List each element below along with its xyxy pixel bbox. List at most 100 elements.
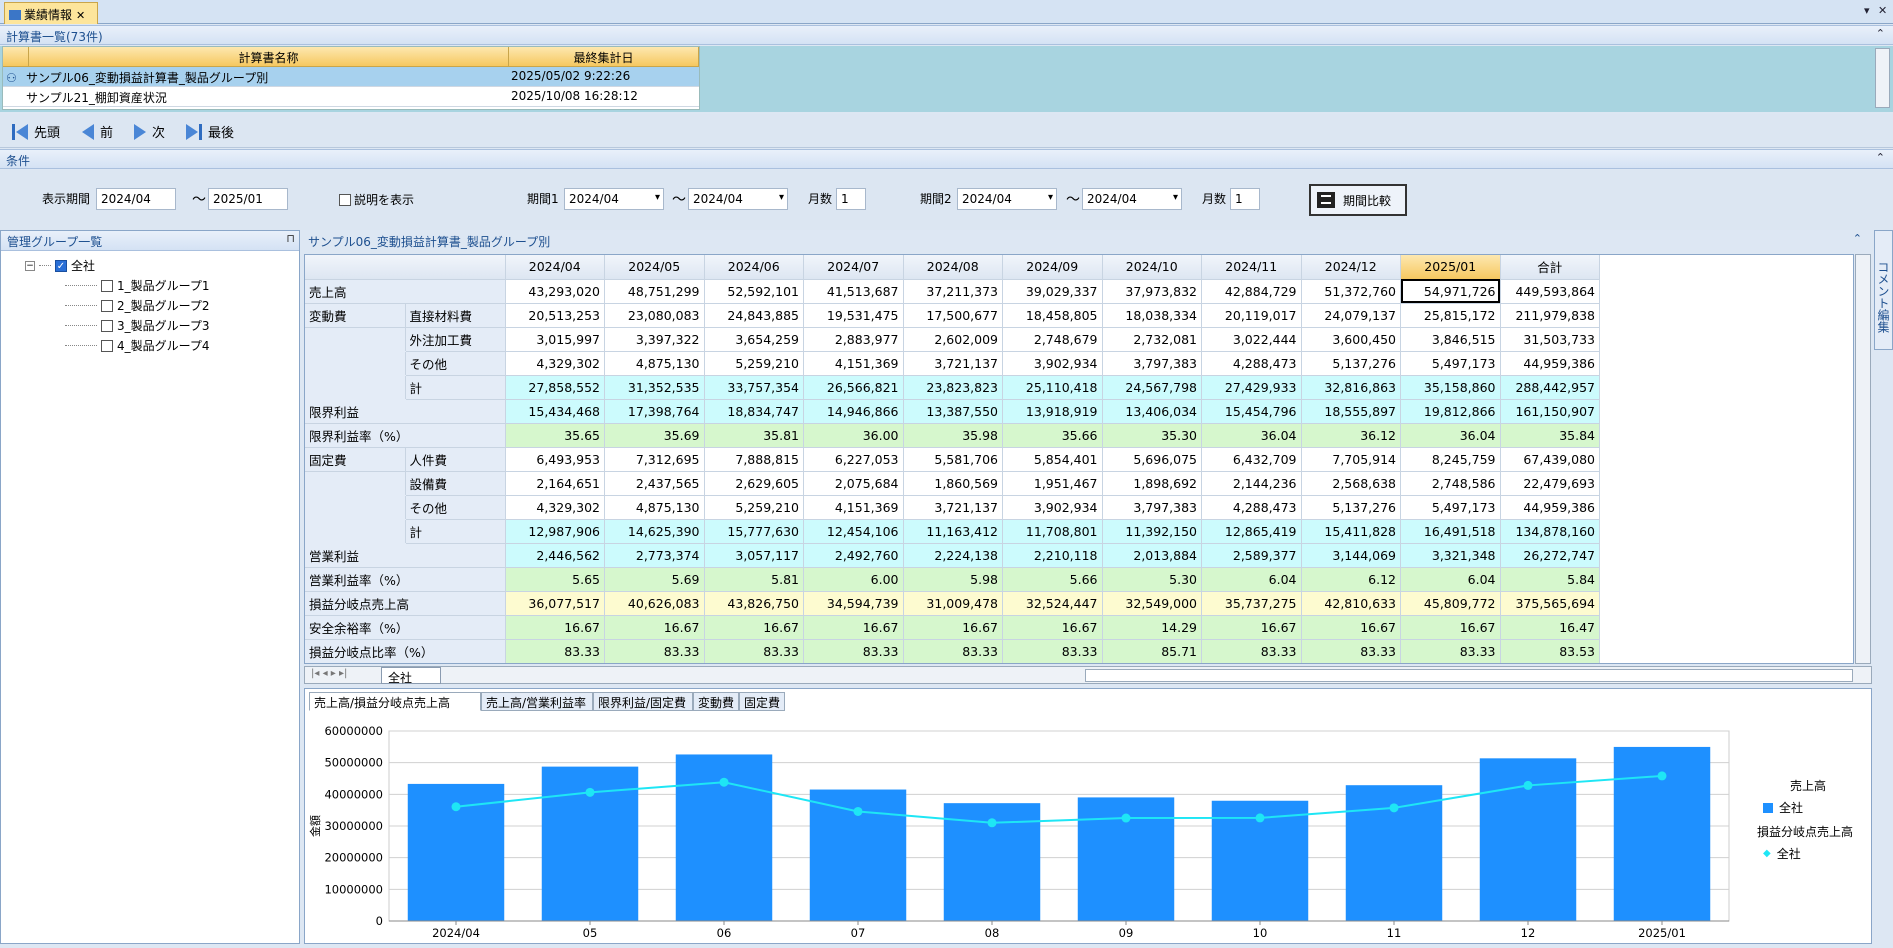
- collapse-icon[interactable]: −: [25, 260, 35, 271]
- collapse-icon[interactable]: ⌃: [1853, 232, 1862, 245]
- table-cell[interactable]: 13,406,034: [1102, 399, 1202, 424]
- table-cell[interactable]: 31,503,733: [1500, 327, 1600, 352]
- table-cell[interactable]: 7,312,695: [604, 447, 705, 472]
- table-cell[interactable]: 1,860,569: [903, 471, 1003, 496]
- table-cell[interactable]: 13,387,550: [903, 399, 1003, 424]
- table-cell[interactable]: 8,245,759: [1400, 447, 1501, 472]
- table-cell[interactable]: 3,397,322: [604, 327, 705, 352]
- table-cell[interactable]: 83.33: [1002, 639, 1103, 663]
- table-cell[interactable]: 6.04: [1400, 567, 1501, 592]
- table-cell[interactable]: 3,321,348: [1400, 543, 1501, 568]
- table-cell[interactable]: 36,077,517: [505, 591, 605, 616]
- table-cell[interactable]: 6,493,953: [505, 447, 605, 472]
- table-cell[interactable]: 36.04: [1201, 423, 1302, 448]
- table-cell[interactable]: 4,875,130: [604, 495, 705, 520]
- table-cell[interactable]: 48,751,299: [604, 279, 705, 304]
- table-cell[interactable]: 39,029,337: [1002, 279, 1103, 304]
- table-cell[interactable]: 17,500,677: [903, 303, 1003, 328]
- table-cell[interactable]: 3,902,934: [1002, 351, 1103, 376]
- table-cell[interactable]: 15,411,828: [1301, 519, 1401, 544]
- table-cell[interactable]: 2,748,679: [1002, 327, 1103, 352]
- table-cell[interactable]: 32,549,000: [1102, 591, 1202, 616]
- table-cell[interactable]: 5.65: [505, 567, 605, 592]
- table-cell[interactable]: 17,398,764: [604, 399, 705, 424]
- table-cell[interactable]: 16.67: [1400, 615, 1501, 640]
- table-cell[interactable]: 3,057,117: [704, 543, 804, 568]
- table-cell[interactable]: 211,979,838: [1500, 303, 1600, 328]
- table-cell[interactable]: 16.67: [803, 615, 904, 640]
- table-cell[interactable]: 7,705,914: [1301, 447, 1401, 472]
- table-cell[interactable]: 3,902,934: [1002, 495, 1103, 520]
- column-header[interactable]: 2024/06: [704, 255, 804, 280]
- table-cell[interactable]: 34,594,739: [803, 591, 904, 616]
- show-description-checkbox[interactable]: 説明を表示: [339, 191, 414, 208]
- period2-to-select[interactable]: 2024/04: [1082, 188, 1182, 210]
- tree-item-root[interactable]: − ✓ 全社: [25, 257, 95, 274]
- table-cell[interactable]: 5,259,210: [704, 495, 804, 520]
- table-cell[interactable]: 4,329,302: [505, 351, 605, 376]
- table-cell[interactable]: 36.04: [1400, 423, 1501, 448]
- chart-tab-marginal-fixed[interactable]: 限界利益/固定費: [593, 692, 693, 711]
- table-cell[interactable]: 5.69: [604, 567, 705, 592]
- table-cell[interactable]: 16.67: [903, 615, 1003, 640]
- column-header[interactable]: 2024/07: [803, 255, 904, 280]
- table-cell[interactable]: 27,429,933: [1201, 375, 1302, 400]
- table-cell[interactable]: 24,079,137: [1301, 303, 1401, 328]
- table-cell[interactable]: 24,843,885: [704, 303, 804, 328]
- table-cell[interactable]: 19,531,475: [803, 303, 904, 328]
- table-cell[interactable]: 83.53: [1500, 639, 1600, 663]
- table-cell[interactable]: 19,812,866: [1400, 399, 1501, 424]
- table-cell[interactable]: 5,696,075: [1102, 447, 1202, 472]
- collapse-icon[interactable]: ⌃: [1876, 151, 1885, 164]
- table-cell[interactable]: 43,293,020: [505, 279, 605, 304]
- checkbox-icon[interactable]: [101, 299, 113, 312]
- table-cell[interactable]: 67,439,080: [1500, 447, 1600, 472]
- table-cell[interactable]: 25,815,172: [1400, 303, 1501, 328]
- table-cell[interactable]: 14,625,390: [604, 519, 705, 544]
- table-cell[interactable]: 6.12: [1301, 567, 1401, 592]
- table-cell[interactable]: 35.69: [604, 423, 705, 448]
- table-cell[interactable]: 4,329,302: [505, 495, 605, 520]
- table-cell[interactable]: 42,810,633: [1301, 591, 1401, 616]
- table-cell[interactable]: 5.66: [1002, 567, 1103, 592]
- table-cell[interactable]: 35.98: [903, 423, 1003, 448]
- table-cell[interactable]: 3,654,259: [704, 327, 804, 352]
- table-cell[interactable]: 18,555,897: [1301, 399, 1401, 424]
- table-cell[interactable]: 18,038,334: [1102, 303, 1202, 328]
- table-cell[interactable]: 3,721,137: [903, 495, 1003, 520]
- checkbox-icon[interactable]: ✓: [55, 259, 67, 272]
- table-cell[interactable]: 83.33: [803, 639, 904, 663]
- table-cell[interactable]: 23,080,083: [604, 303, 705, 328]
- period2-months-input[interactable]: 1: [1230, 188, 1260, 210]
- chart-tab-sales-breakeven[interactable]: 売上高/損益分岐点売上高: [309, 692, 481, 711]
- table-cell[interactable]: 18,458,805: [1002, 303, 1103, 328]
- table-cell[interactable]: 16.67: [1301, 615, 1401, 640]
- checkbox-icon[interactable]: [101, 279, 113, 292]
- table-cell[interactable]: 43,826,750: [704, 591, 804, 616]
- table-cell[interactable]: 16,491,518: [1400, 519, 1501, 544]
- table-cell[interactable]: 161,150,907: [1500, 399, 1600, 424]
- table-cell[interactable]: 4,151,369: [803, 495, 904, 520]
- tree-item[interactable]: 3_製品グループ3: [65, 317, 210, 334]
- table-cell[interactable]: 26,272,747: [1500, 543, 1600, 568]
- last-button[interactable]: 最後: [186, 122, 234, 141]
- table-cell[interactable]: 85.71: [1102, 639, 1202, 663]
- table-cell[interactable]: 35.84: [1500, 423, 1600, 448]
- table-cell[interactable]: 83.33: [1201, 639, 1302, 663]
- table-cell[interactable]: 83.33: [903, 639, 1003, 663]
- table-cell[interactable]: 24,567,798: [1102, 375, 1202, 400]
- table-cell[interactable]: 42,884,729: [1201, 279, 1302, 304]
- tab-menu-icon[interactable]: ▾: [1864, 4, 1870, 17]
- period1-months-input[interactable]: 1: [836, 188, 866, 210]
- table-cell[interactable]: 41,513,687: [803, 279, 904, 304]
- table-cell[interactable]: 83.33: [704, 639, 804, 663]
- vertical-scrollbar[interactable]: [1855, 254, 1871, 664]
- table-cell[interactable]: 15,777,630: [704, 519, 804, 544]
- table-cell[interactable]: 449,593,864: [1500, 279, 1600, 304]
- table-cell[interactable]: 16.67: [505, 615, 605, 640]
- table-cell[interactable]: 36.00: [803, 423, 904, 448]
- chart-tab-variable[interactable]: 変動費: [693, 692, 739, 711]
- table-cell[interactable]: 35.65: [505, 423, 605, 448]
- table-cell[interactable]: 44,959,386: [1500, 351, 1600, 376]
- column-header-name[interactable]: 計算書名称: [29, 47, 509, 67]
